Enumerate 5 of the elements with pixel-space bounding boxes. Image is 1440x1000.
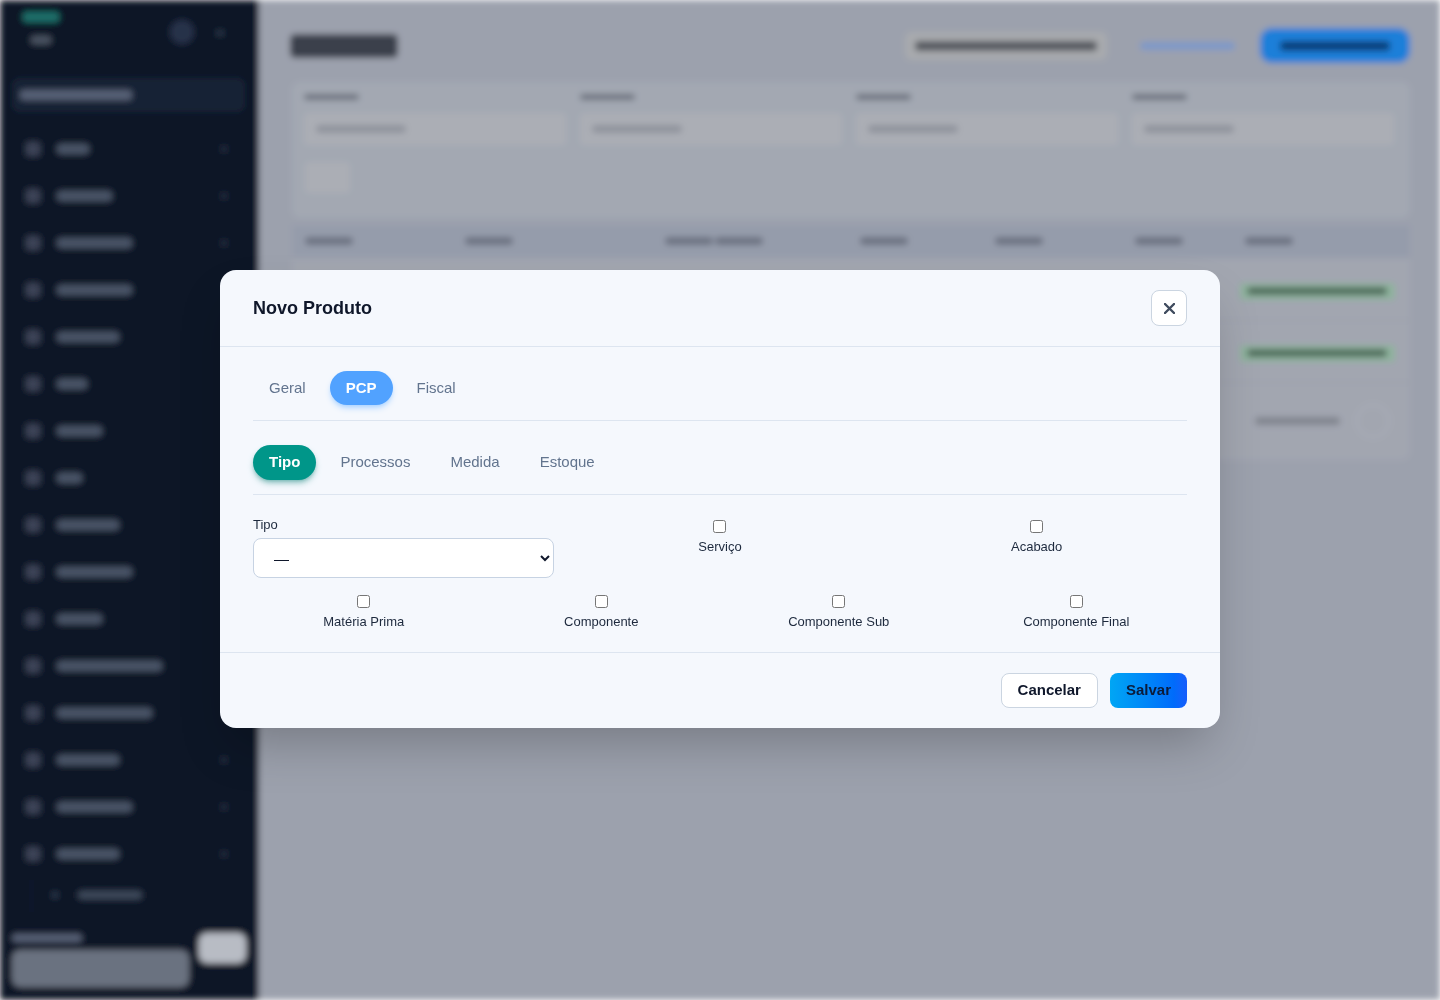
checkbox-label: Componente Sub: [788, 613, 890, 631]
checkbox-label: Componente: [564, 613, 639, 631]
checkbox-label: Acabado: [1011, 538, 1063, 556]
checkbox-label: Serviço: [698, 538, 742, 556]
checkbox-label: Componente Final: [1023, 613, 1130, 631]
